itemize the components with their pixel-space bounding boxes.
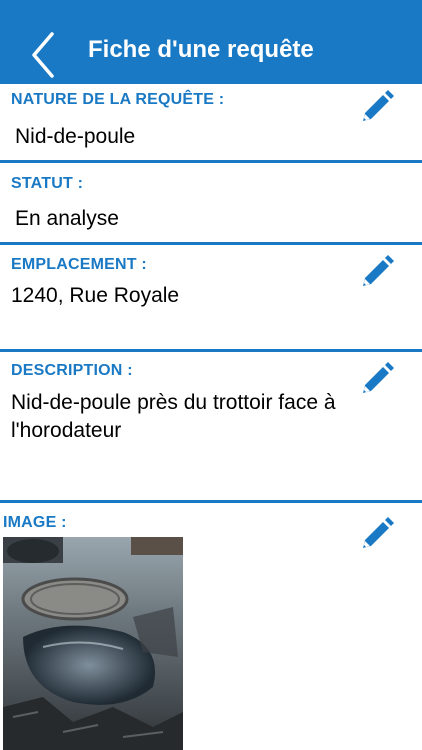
edit-description-button[interactable] xyxy=(359,361,395,397)
divider xyxy=(0,349,422,352)
back-button[interactable] xyxy=(22,28,62,82)
emplacement-label: EMPLACEMENT : xyxy=(11,256,147,273)
pencil-icon xyxy=(363,362,394,393)
edit-image-button[interactable] xyxy=(359,516,395,552)
pencil-icon xyxy=(363,255,394,286)
statut-value: En analyse xyxy=(15,207,119,230)
nature-value: Nid-de-poule xyxy=(15,125,136,148)
statut-label: STATUT : xyxy=(11,175,84,192)
page-title: Fiche d'une requête xyxy=(88,36,314,63)
divider xyxy=(0,242,422,245)
pencil-icon xyxy=(363,90,394,121)
divider xyxy=(0,500,422,503)
nature-label: NATURE DE LA REQUÊTE : xyxy=(11,91,225,108)
app-header: Fiche d'une requête xyxy=(0,0,422,84)
pothole-photo xyxy=(3,537,183,750)
edit-nature-button[interactable] xyxy=(359,89,395,125)
image-label: IMAGE : xyxy=(3,514,67,531)
chevron-left-icon xyxy=(32,32,54,78)
pencil-icon xyxy=(363,517,394,548)
description-value: Nid-de-poule près du trottoir face à l'h… xyxy=(11,391,336,442)
divider xyxy=(0,160,422,163)
description-label: DESCRIPTION : xyxy=(11,362,133,379)
emplacement-value: 1240, Rue Royale xyxy=(11,284,180,307)
edit-emplacement-button[interactable] xyxy=(359,254,395,290)
